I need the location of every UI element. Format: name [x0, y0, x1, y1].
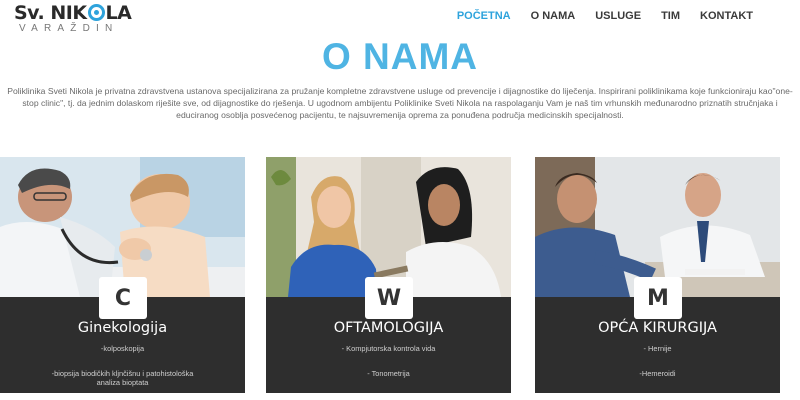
doctor-patient-desk-photo [535, 157, 780, 297]
patient-consultation-photo [266, 157, 511, 297]
card-service-item: analiza bioptata [96, 378, 149, 387]
card-service-item: - Kompjutorska kontrola vida [341, 344, 436, 353]
nav-item-pocetna[interactable]: POČETNA [457, 10, 511, 22]
service-card-oftamologija[interactable]: W OFTAMOLOGIJA - Kompjutorska kontrola v… [266, 157, 511, 393]
card-title[interactable]: OFTAMOLOGIJA [266, 320, 511, 336]
card-service-item: -kolposkopija [100, 344, 145, 353]
card-title[interactable]: Ginekologija [0, 320, 245, 336]
card-badge-icon: M [634, 277, 682, 319]
doctor-child-photo [0, 157, 245, 297]
logo-subtitle: VARAŽDIN [19, 23, 119, 34]
page-title: O NAMA [321, 36, 479, 77]
card-badge-icon: C [99, 277, 147, 319]
card-service-item: - Hernije [643, 344, 672, 353]
intro-paragraph: Poliklinika Sveti Nikola je privatna zdr… [7, 86, 793, 120]
card-badge-icon: W [365, 277, 413, 319]
site-logo[interactable]: Sv. NIK LA VARAŽDIN [14, 2, 174, 36]
site-header: Sv. NIK LA VARAŽDIN POČETNA O NAMA USLUGE… [0, 0, 800, 40]
card-service-item: -biopsija biodičkih kljnčišnu i patohist… [51, 369, 194, 378]
logo-wordmark: Sv. NIK LA [14, 2, 132, 24]
service-card-opca-kirurgija[interactable]: M OPĆA KIRURGIJA - Hernije -Hemeroidi [535, 157, 780, 393]
nav-item-tim[interactable]: TIM [661, 10, 680, 22]
logo-text-left: Sv. NIK [14, 2, 87, 24]
nav-item-o-nama[interactable]: O NAMA [531, 10, 576, 22]
service-card-ginekologija[interactable]: C Ginekologija -kolposkopija -biopsija b… [0, 157, 245, 393]
main-nav: POČETNA O NAMA USLUGE TIM KONTAKT [437, 10, 753, 22]
nav-item-usluge[interactable]: USLUGE [595, 10, 641, 22]
nav-item-kontakt[interactable]: KONTAKT [700, 10, 753, 22]
card-service-item: - Tonometrija [367, 369, 410, 378]
logo-eye-icon [87, 4, 105, 21]
logo-text-right: LA [105, 2, 132, 24]
card-service-item: -Hemeroidi [639, 369, 676, 378]
card-title[interactable]: OPĆA KIRURGIJA [535, 320, 780, 336]
